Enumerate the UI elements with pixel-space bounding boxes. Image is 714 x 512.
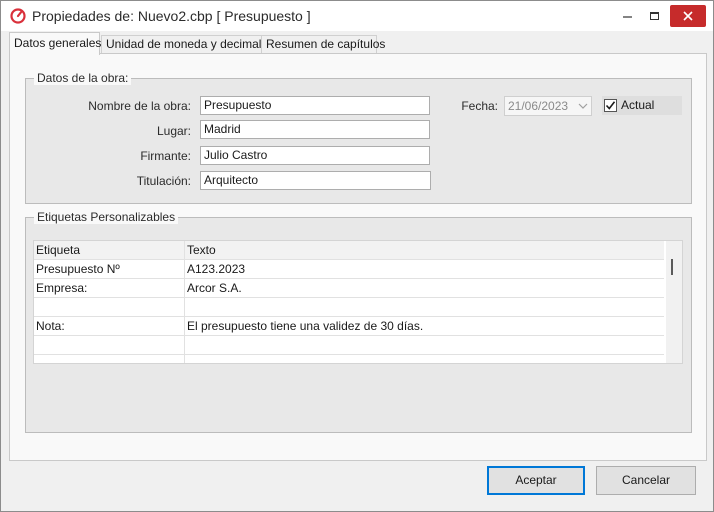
cell-etiqueta[interactable]: Nota: xyxy=(34,317,184,336)
actual-checkbox[interactable]: Actual xyxy=(602,96,682,115)
close-icon xyxy=(683,11,693,21)
etiquetas-grid[interactable]: Etiqueta Texto Presupuesto Nº A123.2023 … xyxy=(33,240,683,364)
group-datos-obra-title: Datos de la obra: xyxy=(34,71,132,85)
titulacion-label: Titulación: xyxy=(136,174,191,188)
table-row[interactable]: Nota: El presupuesto tiene una validez d… xyxy=(34,317,664,336)
table-row[interactable]: Presupuesto Nº A123.2023 xyxy=(34,260,664,279)
fecha-date-picker[interactable]: 21/06/2023 xyxy=(504,96,592,116)
cancel-button[interactable]: Cancelar xyxy=(596,466,696,495)
tab-unidad-moneda[interactable]: Unidad de moneda y decimales xyxy=(101,35,274,54)
lugar-input[interactable]: Madrid xyxy=(200,120,430,139)
nombre-obra-input[interactable]: Presupuesto xyxy=(200,96,430,115)
close-button[interactable] xyxy=(670,5,706,27)
group-etiquetas-title: Etiquetas Personalizables xyxy=(34,210,179,224)
table-row[interactable]: Empresa: Arcor S.A. xyxy=(34,279,664,298)
nombre-label: Nombre de la obra: xyxy=(88,99,191,113)
table-row[interactable] xyxy=(34,355,664,363)
group-etiquetas: Etiquetas Personalizables Etiqueta Texto… xyxy=(25,210,692,433)
chevron-down-icon[interactable] xyxy=(578,100,588,112)
firmante-input[interactable]: Julio Castro xyxy=(200,146,430,165)
tab-datos-generales[interactable]: Datos generales xyxy=(9,32,101,55)
cell-etiqueta[interactable] xyxy=(34,355,184,363)
firmante-label: Firmante: xyxy=(140,149,191,163)
tab-content-datos-generales: Datos de la obra: Nombre de la obra: Pre… xyxy=(9,53,707,461)
titulacion-input[interactable]: Arquitecto xyxy=(200,171,431,190)
cell-texto[interactable] xyxy=(184,298,664,317)
table-row[interactable] xyxy=(34,336,664,355)
column-header-etiqueta[interactable]: Etiqueta xyxy=(34,241,184,260)
title-bar[interactable]: Propiedades de: Nuevo2.cbp [ Presupuesto… xyxy=(1,1,713,31)
minimize-icon xyxy=(623,16,632,18)
maximize-button[interactable] xyxy=(640,1,670,31)
cell-texto[interactable] xyxy=(184,336,664,355)
cell-texto[interactable]: El presupuesto tiene una validez de 30 d… xyxy=(184,317,664,336)
app-logo-icon xyxy=(10,8,26,24)
maximize-icon xyxy=(650,12,659,20)
grid-header-row: Etiqueta Texto xyxy=(34,241,664,260)
actual-checkbox-box[interactable] xyxy=(604,99,617,112)
cell-etiqueta[interactable] xyxy=(34,298,184,317)
accept-button[interactable]: Aceptar xyxy=(487,466,585,495)
cell-texto[interactable]: A123.2023 xyxy=(184,260,664,279)
checkmark-icon xyxy=(605,101,616,110)
tab-strip: Datos generales Unidad de moneda y decim… xyxy=(9,32,707,55)
cell-etiqueta[interactable]: Presupuesto Nº xyxy=(34,260,184,279)
cell-etiqueta[interactable]: Empresa: xyxy=(34,279,184,298)
window-title: Propiedades de: Nuevo2.cbp [ Presupuesto… xyxy=(32,8,311,24)
grid-scroll-thumb[interactable] xyxy=(671,259,673,275)
cell-texto[interactable] xyxy=(184,355,664,363)
fecha-label: Fecha: xyxy=(461,99,498,113)
column-header-texto[interactable]: Texto xyxy=(184,241,664,260)
cell-texto[interactable]: Arcor S.A. xyxy=(184,279,664,298)
group-datos-obra: Datos de la obra: Nombre de la obra: Pre… xyxy=(25,71,692,204)
tab-resumen-capitulos[interactable]: Resumen de capítulos xyxy=(261,35,385,54)
cell-etiqueta[interactable] xyxy=(34,336,184,355)
fecha-value: 21/06/2023 xyxy=(508,99,569,113)
properties-dialog: Propiedades de: Nuevo2.cbp [ Presupuesto… xyxy=(0,0,714,512)
actual-label: Actual xyxy=(621,98,655,112)
grid-scrollbar[interactable] xyxy=(666,241,682,363)
table-row[interactable] xyxy=(34,298,664,317)
minimize-button[interactable] xyxy=(613,1,643,31)
lugar-label: Lugar: xyxy=(156,124,191,138)
